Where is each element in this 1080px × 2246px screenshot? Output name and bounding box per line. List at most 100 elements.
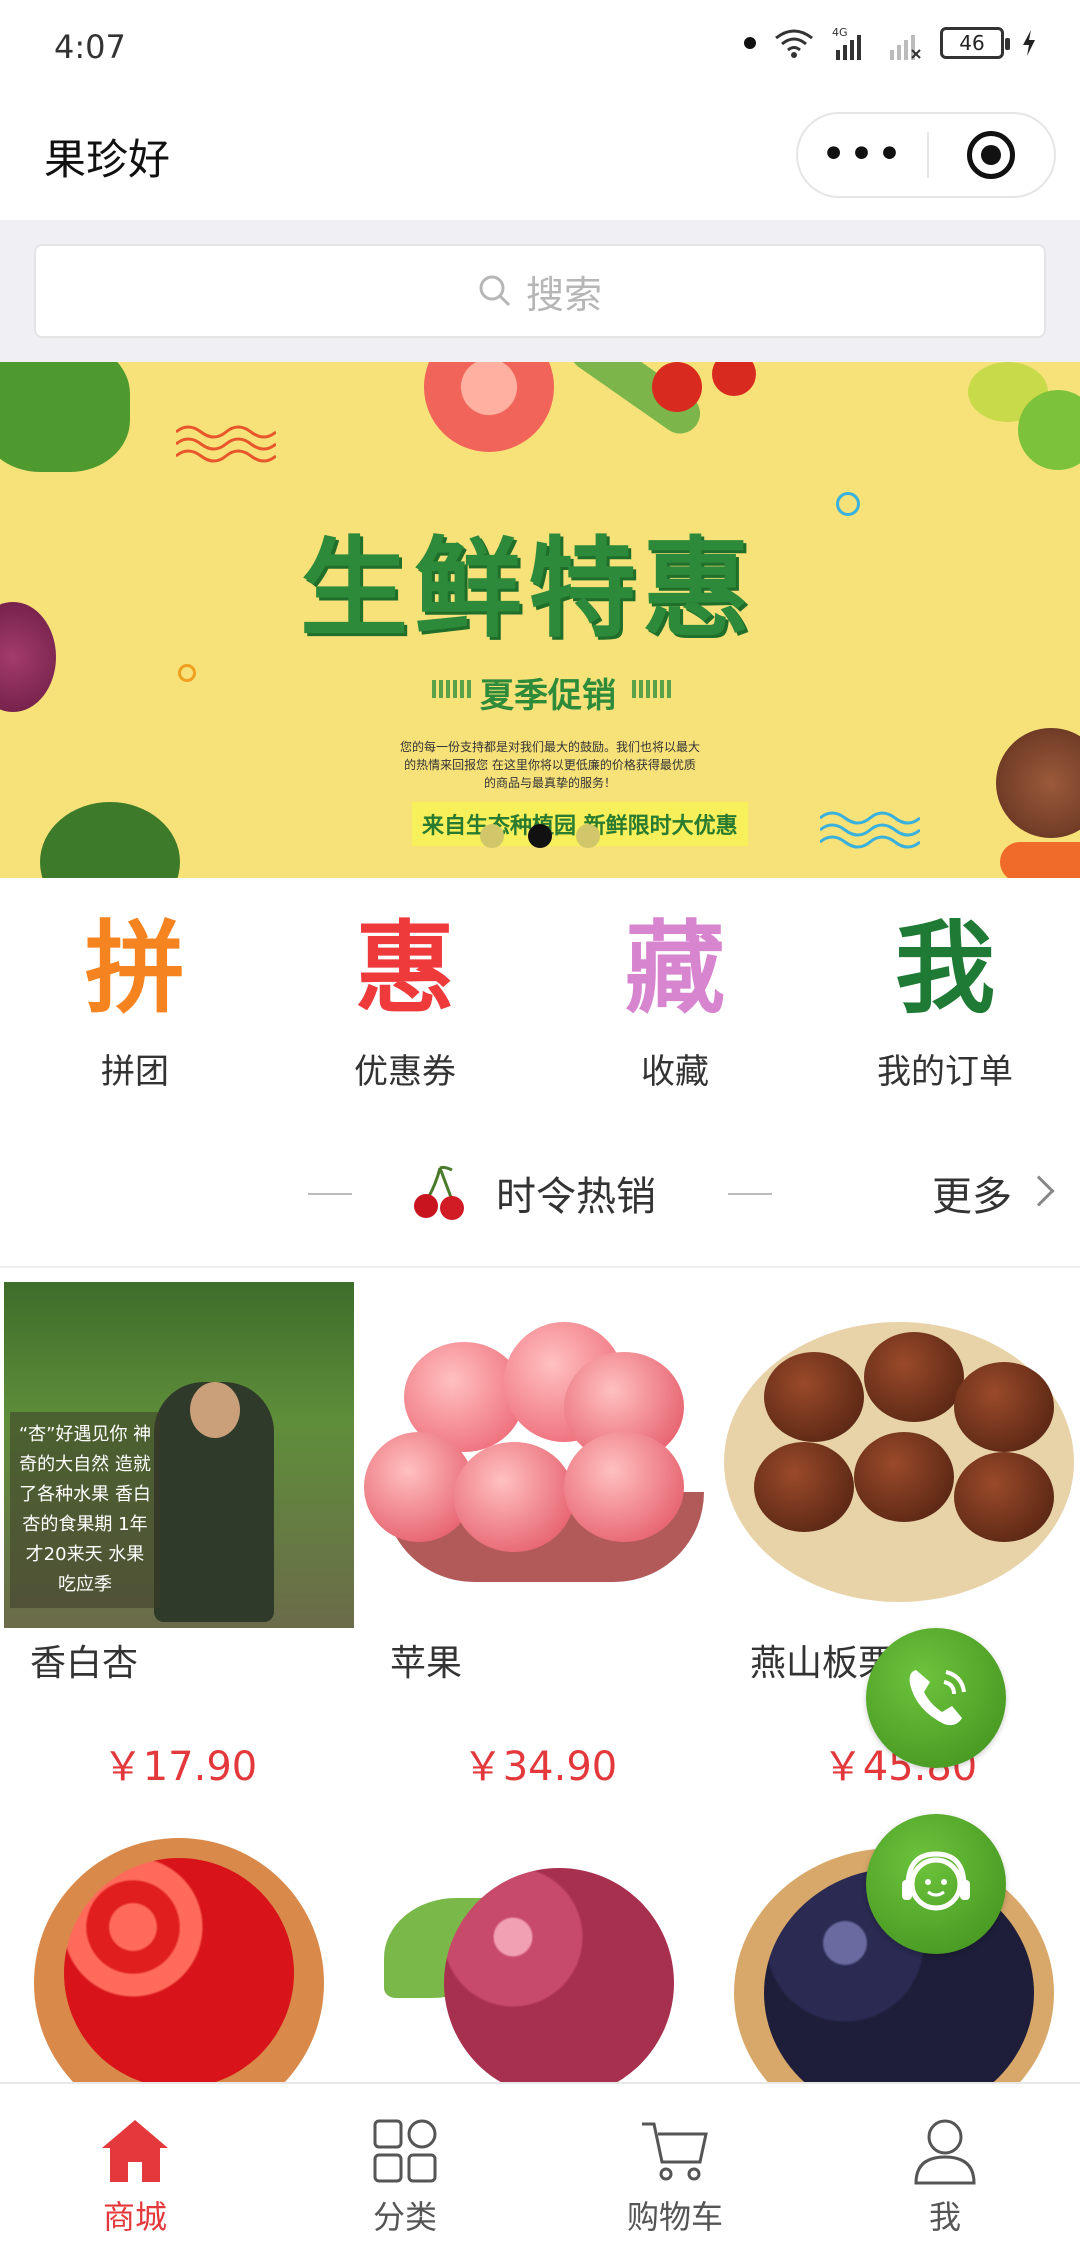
grape-shape [444,1868,674,2098]
divider-line [728,1193,772,1195]
quick-item-label: 优惠券 [354,1052,456,1092]
product-caption: “杏”好遇见你 神奇的大自然 造就了各种水果 香白杏的食果期 1年才20来天 水… [10,1412,160,1608]
pager-dot[interactable] [480,824,504,848]
tab-label: 分类 [372,2198,437,2236]
close-target-button[interactable] [929,131,1054,179]
pager-dot-active[interactable] [528,824,552,848]
search-icon [479,275,511,307]
tomato-shape [64,1858,294,2088]
tab-category[interactable]: 分类 [270,2084,540,2246]
quick-item-label: 收藏 [641,1052,709,1092]
favorites-icon: 藏 [625,910,725,1027]
status-time: 4:07 [54,28,126,66]
quick-item-favorites[interactable]: 藏 收藏 [540,878,810,1108]
phone-call-button[interactable] [866,1628,1006,1768]
chestnut-shape [764,1352,864,1442]
phone-icon [909,1670,966,1726]
cherry-icon [414,1165,464,1220]
product-image: “杏”好遇见你 神奇的大自然 造就了各种水果 香白杏的食果期 1年才20来天 水… [4,1282,354,1628]
search-input[interactable]: 搜索 [34,244,1046,338]
apple-shape [564,1432,684,1542]
chestnut-shape [954,1452,1054,1542]
chestnut-shape [864,1332,964,1422]
banner-fine-print: 您的每一份支持都是对我们最大的鼓励。我们也将以最大的热情来回报您 在这里你将以更… [400,740,701,790]
product-card[interactable]: 苹果 ￥34.90 [360,1268,720,1794]
user-icon [910,2116,980,2186]
category-icon [370,2116,440,2186]
page-title: 果珍好 [44,135,171,184]
tab-cart[interactable]: 购物车 [540,2084,810,2246]
quick-item-label: 拼团 [101,1052,169,1092]
person-head [190,1382,240,1438]
circle-decoration-icon [178,664,196,682]
my-orders-icon: 我 [895,910,995,1027]
chestnut-shape [854,1432,954,1522]
charging-icon [1023,30,1035,56]
stripe-decoration [432,680,472,698]
circle-decoration-icon [836,492,860,516]
search-placeholder: 搜索 [525,272,602,317]
signal-4g-icon: 4G [832,26,861,60]
target-icon [967,131,1016,179]
group-buy-icon: 拼 [85,910,185,1027]
lettuce-image [0,362,130,472]
status-icons: 4G 46 [744,26,1036,60]
chestnut-shape [954,1362,1054,1452]
promo-banner[interactable]: 生鲜特惠 夏季促销 您的每一份支持都是对我们最大的鼓励。我们也将以最大的热情来回… [0,362,1080,878]
chevron-right-icon [1023,1175,1055,1207]
tab-me[interactable]: 我 [810,2084,1080,2246]
more-link[interactable]: 更多 [932,1164,1012,1222]
tab-label: 商城 [102,2198,167,2236]
search-area: 搜索 [0,220,1080,362]
svg-text:4G: 4G [832,26,848,39]
apple-shape [454,1442,574,1552]
wave-decoration-icon [176,425,276,463]
tomato-image [652,362,702,412]
product-image [364,1282,714,1628]
wave-decoration-icon [820,811,920,849]
mini-program-capsule: ••• [796,112,1056,198]
battery-icon: 46 [940,27,1010,59]
quick-item-my-orders[interactable]: 我 我的订单 [810,878,1080,1108]
wifi-icon [775,29,813,58]
bottom-tab-bar: 商城 分类 购物车 我 [0,2082,1080,2246]
home-icon [100,2116,170,2186]
status-bar: 4:07 4G 46 [0,0,1080,92]
tab-mall[interactable]: 商城 [0,2084,270,2246]
product-price: ￥34.90 [462,1744,618,1790]
section-title: 时令热销 [496,1174,656,1220]
title-bar: 果珍好 ••• [0,92,1080,220]
more-dots-icon[interactable]: ••• [798,133,927,177]
cart-icon [640,2116,710,2186]
tomato-image [712,362,756,396]
tab-label: 购物车 [626,2198,723,2236]
product-name: 苹果 [390,1643,463,1684]
quick-item-coupons[interactable]: 惠 优惠券 [270,878,540,1108]
stripe-decoration [632,680,672,698]
customer-service-icon [902,1851,970,1911]
tab-label: 我 [928,2198,961,2236]
product-card[interactable]: “杏”好遇见你 神奇的大自然 造就了各种水果 香白杏的食果期 1年才20来天 水… [0,1268,360,1794]
mushroom-image [996,728,1080,838]
grapefruit-image [424,362,554,452]
pager-dot[interactable] [576,824,600,848]
banner-title: 生鲜特惠 [300,527,757,652]
notification-dot-icon [744,37,756,49]
signal-empty-icon [890,35,921,60]
chestnut-shape [754,1442,854,1532]
banner-subtitle: 夏季促销 [480,676,616,716]
banner-pager [480,824,600,848]
product-name: 香白杏 [30,1643,139,1684]
quick-item-label: 我的订单 [877,1052,1013,1092]
product-price: ￥17.90 [102,1744,258,1790]
divider-line [308,1193,352,1195]
section-header: 时令热销 更多 [0,1108,1080,1268]
onion-image [0,602,56,712]
customer-service-button[interactable] [866,1814,1006,1954]
quick-menu: 拼 拼团 惠 优惠券 藏 收藏 我 我的订单 [0,878,1080,1108]
broccoli-image [40,802,180,878]
product-image [724,1282,1074,1628]
quick-item-group-buy[interactable]: 拼 拼团 [0,878,270,1108]
coupon-icon: 惠 [355,910,455,1027]
carrot-image [1000,842,1080,878]
